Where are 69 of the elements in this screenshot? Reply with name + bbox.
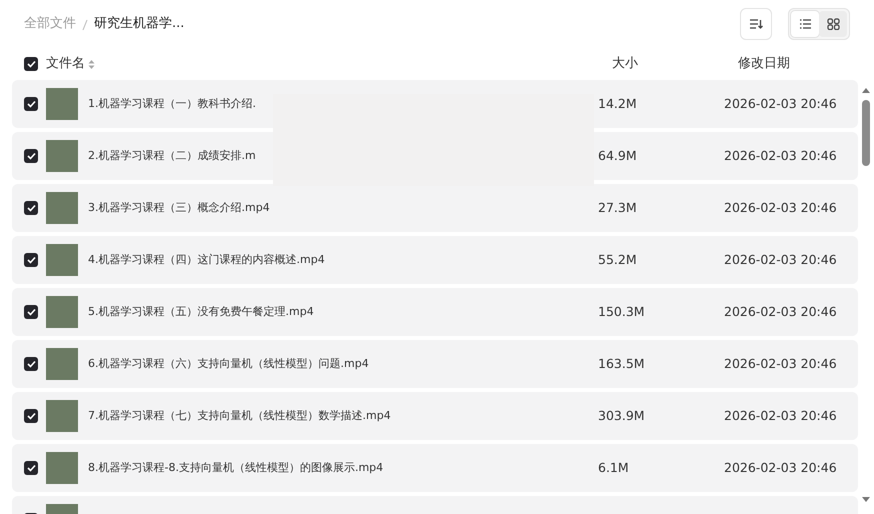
modified-date: 2026-02-03 20:46	[724, 94, 837, 113]
file-row[interactable]: 4.机器学习课程（四）这门课程的内容概述.mp4 55.2M 2026-02-03 20:46	[12, 236, 858, 284]
file-size: 27.3M	[598, 198, 638, 217]
photo-placeholder	[46, 400, 78, 432]
grid-icon	[826, 18, 840, 30]
checkbox[interactable]	[24, 97, 38, 111]
checkbox[interactable]	[24, 57, 38, 71]
modified-date: 2026-02-03 20:46	[724, 302, 837, 321]
breadcrumb-current: 研究生机器学...	[94, 15, 184, 34]
file-name: 1.机器学习课程（一）教科书介绍.	[88, 96, 257, 112]
file-size: 150.3M	[598, 302, 646, 321]
check-icon	[26, 100, 36, 108]
checkbox[interactable]	[24, 253, 38, 267]
check-icon	[26, 256, 36, 264]
check-icon	[26, 204, 36, 212]
modified-date: 2026-02-03 20:46	[724, 250, 837, 269]
checkbox[interactable]	[24, 149, 38, 163]
checkbox[interactable]	[24, 461, 38, 475]
scroll-down-icon[interactable]	[860, 496, 872, 504]
modified-date: 2026-02-03 20:46	[724, 406, 837, 425]
photo-placeholder	[46, 192, 78, 224]
sort-button[interactable]	[740, 8, 772, 40]
photo-placeholder	[46, 140, 78, 172]
file-name: 8.机器学习课程-8.支持向量机（线性模型）的图像展示.mp4	[88, 460, 384, 476]
column-header[interactable]: 文件名	[46, 54, 85, 74]
file-name: 2.机器学习课程（二）成绩安排.m	[88, 148, 257, 164]
list-view-button[interactable]	[791, 11, 819, 37]
photo-placeholder	[46, 88, 78, 120]
file-name: 5.机器学习课程（五）没有免费午餐定理.mp4	[88, 304, 315, 320]
file-name: 7.机器学习课程（七）支持向量机（线性模型）数学描述.mp4	[88, 408, 392, 424]
modified-date: 2026-02-03 20:46	[724, 458, 837, 477]
file-row[interactable]: 8.机器学习课程-8.支持向量机（线性模型）的图像展示.mp4 6.1M 2026-02-03 20:46	[12, 444, 858, 492]
scroll-up-icon[interactable]	[860, 86, 872, 94]
file-size: 163.5M	[598, 354, 646, 373]
checkbox[interactable]	[24, 409, 38, 423]
file-row[interactable]: 6.机器学习课程（六）支持向量机（线性模型）问题.mp4 163.5M 2026-02-03 20:46	[12, 340, 858, 388]
column-header: 大小	[612, 55, 639, 74]
checkbox[interactable]	[24, 201, 38, 215]
check-icon	[26, 152, 36, 160]
checkbox[interactable]	[24, 305, 38, 319]
photo-placeholder	[46, 244, 78, 276]
list-icon	[798, 18, 812, 30]
check-icon	[26, 60, 36, 68]
check-icon	[26, 360, 36, 368]
checkbox[interactable]	[24, 357, 38, 371]
file-size: 14.2M	[598, 94, 638, 113]
file-name: 6.机器学习课程（六）支持向量机（线性模型）问题.mp4	[88, 356, 370, 372]
file-size: 55.2M	[598, 250, 638, 269]
file-name: 4.机器学习课程（四）这门课程的内容概述.mp4	[88, 252, 326, 268]
modified-date: 2026-02-03 20:46	[724, 354, 837, 373]
modified-date: 2026-02-03 20:46	[724, 146, 837, 165]
file-size: 303.9M	[598, 406, 646, 425]
check-icon	[26, 412, 36, 420]
file-row[interactable]: 5.机器学习课程（五）没有免费午餐定理.mp4 150.3M 2026-02-03 20:46	[12, 288, 858, 336]
file-row[interactable]: 3.机器学习课程（三）概念介绍.mp4 27.3M 2026-02-03 20:46	[12, 184, 858, 232]
modified-date: 2026-02-03 20:46	[724, 198, 837, 217]
file-size: 6.1M	[598, 458, 630, 477]
photo-placeholder	[46, 452, 78, 484]
check-icon	[26, 464, 36, 472]
sort-icon	[749, 18, 763, 30]
photo-placeholder	[46, 296, 78, 328]
scrollbar-thumb[interactable]	[862, 100, 870, 166]
file-name: 3.机器学习课程（三）概念介绍.mp4	[88, 200, 271, 216]
check-icon	[26, 308, 36, 316]
photo-placeholder	[46, 348, 78, 380]
file-row[interactable]: 7.机器学习课程（七）支持向量机（线性模型）数学描述.mp4 303.9M 2026-02-03 20:46	[12, 392, 858, 440]
grid-view-button[interactable]	[819, 11, 847, 37]
column-header: 修改日期	[738, 55, 790, 74]
file-size: 64.9M	[598, 146, 638, 165]
